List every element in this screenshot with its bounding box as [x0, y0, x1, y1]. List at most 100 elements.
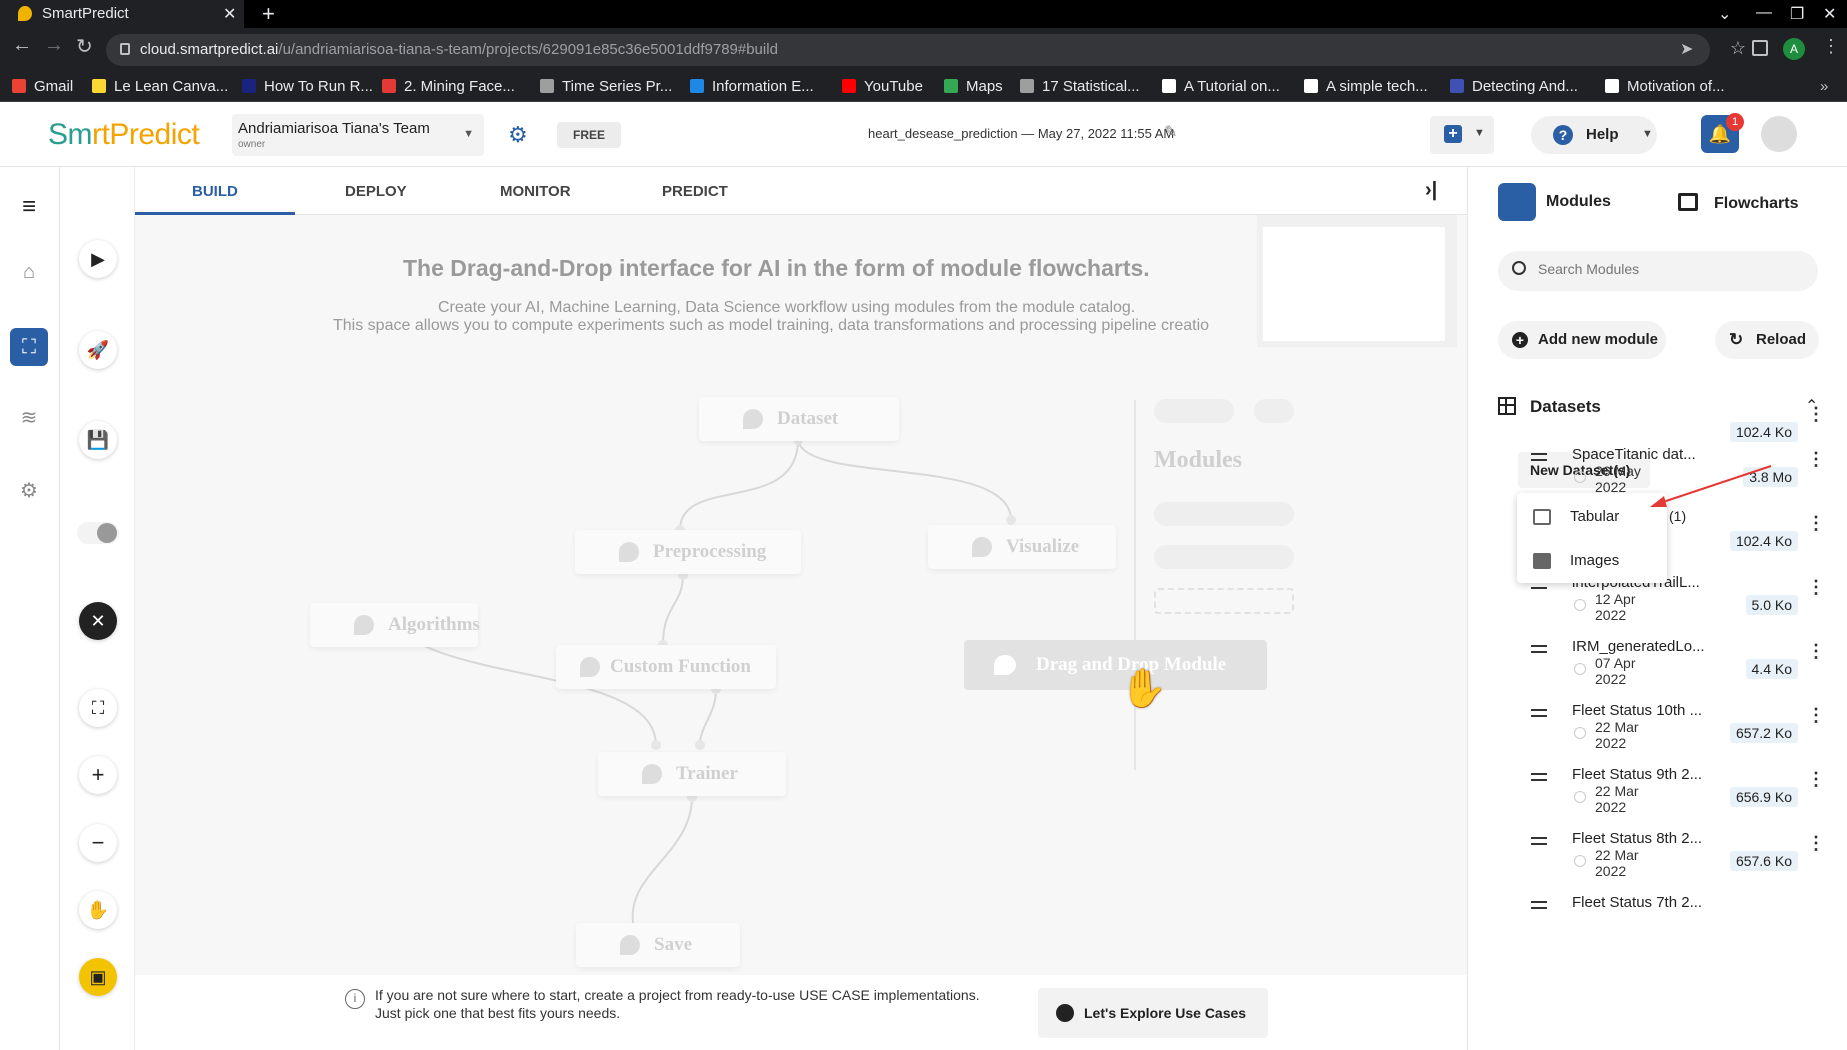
address-bar[interactable]: cloud.smartpredict.ai/u/andriamiarisoa-t…	[106, 34, 1746, 66]
send-icon[interactable]: ➤	[1680, 39, 1693, 59]
flowcharts-tab-label: Flowcharts	[1714, 195, 1799, 212]
dataset-name: IRM_generatedLo...	[1572, 638, 1705, 655]
node-dataset[interactable]: Dataset	[699, 397, 899, 441]
edit-pencil-icon[interactable]: ✎	[1164, 122, 1177, 142]
dataset-list-item[interactable]: IRM_generatedLo... 07 Apr 2022 4.4 Ko ⋮	[1468, 637, 1847, 701]
tab-deploy[interactable]: DEPLOY	[345, 183, 407, 200]
tab-predict[interactable]: PREDICT	[662, 183, 728, 200]
dropdown-item-images[interactable]: Images	[1517, 541, 1667, 581]
tab-monitor[interactable]: MONITOR	[500, 183, 571, 200]
more-vertical-icon[interactable]: ⋮	[1807, 769, 1825, 790]
more-vertical-icon[interactable]: ⋮	[1807, 641, 1825, 662]
drag-handle-icon	[1531, 901, 1547, 909]
node-trainer[interactable]: Trainer	[598, 752, 786, 796]
fullscreen-icon[interactable]: ⛶	[79, 689, 117, 727]
node-preprocessing[interactable]: Preprocessing	[575, 530, 801, 574]
team-selector[interactable]: Andriamiarisoa Tiana's Team owner ▼	[232, 114, 484, 156]
more-vertical-icon[interactable]: ⋮	[1807, 513, 1825, 534]
node-custom-function[interactable]: Custom Function	[556, 645, 776, 689]
more-bookmarks-icon[interactable]: »	[1820, 78, 1828, 95]
restore-icon[interactable]: ❐	[1790, 4, 1804, 24]
left-sidebar: ≡ ⌂ ⛶ ≋ ⚙	[0, 167, 60, 1050]
tab-flowcharts[interactable]: Flowcharts	[1678, 193, 1798, 213]
toggle-switch[interactable]	[77, 522, 119, 544]
home-icon[interactable]: ⌂	[10, 253, 48, 291]
gear-icon[interactable]: ⚙	[508, 122, 528, 148]
more-vertical-icon[interactable]: ⋮	[1807, 833, 1825, 854]
bookmark-star-icon[interactable]: ☆	[1730, 38, 1746, 59]
bookmark-item[interactable]: How To Run R...	[242, 78, 373, 95]
bookmark-item[interactable]: Motivation of...	[1605, 78, 1725, 95]
close-tab-icon[interactable]: ✕	[223, 4, 236, 24]
node-visualize[interactable]: Visualize	[928, 525, 1116, 569]
smartpredict-logo[interactable]: SmrtPredict	[48, 118, 200, 152]
bookmark-item[interactable]: Le Lean Canva...	[92, 78, 228, 95]
settings-icon[interactable]: ⚙	[10, 472, 48, 510]
browser-tab[interactable]: SmartPredict ✕	[0, 0, 244, 28]
clock-icon	[1574, 663, 1586, 675]
dataset-list-item[interactable]: Fleet Status 8th 2... 22 Mar 2022 657.6 Ko…	[1468, 829, 1847, 893]
browser-tab-title: SmartPredict	[42, 5, 129, 22]
zoom-out-icon[interactable]: −	[79, 824, 117, 862]
tab-modules[interactable]: Modules	[1498, 183, 1611, 221]
add-menu-button[interactable]: + ▼	[1430, 116, 1494, 154]
deploy-rocket-icon[interactable]: 🚀	[79, 331, 117, 369]
hamburger-menu-icon[interactable]: ≡	[10, 190, 48, 228]
bookmark-favicon-icon	[12, 79, 26, 93]
bookmark-item[interactable]: A Tutorial on...	[1162, 78, 1280, 95]
search-input[interactable]	[1538, 261, 1798, 277]
ghost-pill	[1254, 399, 1294, 423]
side-panel-icon[interactable]	[1752, 40, 1768, 56]
bookmark-favicon-icon	[242, 79, 256, 93]
clock-icon	[1574, 855, 1586, 867]
layers-icon[interactable]: ≋	[10, 399, 48, 437]
bookmark-item[interactable]: YouTube	[842, 78, 923, 95]
back-icon[interactable]: ←	[12, 34, 32, 57]
user-avatar[interactable]	[1761, 116, 1797, 152]
dataset-list-item[interactable]: Fleet Status 9th 2... 22 Mar 2022 656.9 Ko…	[1468, 765, 1847, 829]
collapse-panel-icon[interactable]: ›|	[1425, 179, 1437, 202]
images-label: Images	[1570, 552, 1620, 569]
more-vertical-icon[interactable]: ⋮	[1807, 577, 1825, 598]
zoom-in-icon[interactable]: +	[79, 756, 117, 794]
run-play-icon[interactable]: ▶	[79, 240, 117, 278]
help-button[interactable]: ? Help ▼	[1531, 116, 1657, 154]
dataset-list-item[interactable]: Fleet Status 10th ... 22 Mar 2022 657.2 Ko…	[1468, 701, 1847, 765]
close-window-icon[interactable]: ✕	[1823, 4, 1836, 24]
pan-hand-icon[interactable]: ✋	[79, 891, 117, 929]
bookmark-item[interactable]: Gmail	[12, 78, 73, 95]
minimap-toggle-icon[interactable]: ▣	[79, 958, 117, 996]
reload-page-icon[interactable]: ↻	[76, 34, 93, 59]
drag-and-drop-module[interactable]: Drag and Drop Module	[964, 640, 1267, 690]
more-vertical-icon[interactable]: ⋮	[1807, 404, 1825, 425]
minimize-icon[interactable]: —	[1756, 4, 1772, 22]
bookmark-item[interactable]: 2. Mining Face...	[382, 78, 515, 95]
bookmark-item[interactable]: 17 Statistical...	[1020, 78, 1140, 95]
tab-search-chevron-icon[interactable]: ⌄	[1718, 4, 1731, 24]
reload-button[interactable]: ↻ Reload	[1715, 321, 1819, 359]
bookmark-item[interactable]: Time Series Pr...	[540, 78, 672, 95]
node-save[interactable]: Save	[576, 923, 740, 967]
bookmark-item[interactable]: Maps	[944, 78, 1003, 95]
forward-icon[interactable]: →	[44, 34, 64, 57]
bookmark-item[interactable]: Detecting And...	[1450, 78, 1578, 95]
add-new-module-button[interactable]: + Add new module	[1498, 321, 1666, 359]
node-algorithms[interactable]: Algorithms	[310, 603, 480, 647]
python-icon	[580, 657, 600, 677]
dataset-list-item[interactable]: Fleet Status 7th 2...	[1468, 893, 1847, 957]
explore-use-cases-button[interactable]: Let's Explore Use Cases	[1038, 988, 1268, 1038]
new-tab-icon[interactable]: +	[262, 1, 275, 27]
browser-menu-icon[interactable]: ⋮	[1822, 36, 1840, 57]
more-vertical-icon[interactable]: ⋮	[1807, 705, 1825, 726]
save-disk-icon[interactable]: 💾	[79, 421, 117, 459]
flowchart-canvas[interactable]: The Drag-and-Drop interface for AI in th…	[135, 215, 1467, 975]
plan-badge[interactable]: FREE	[557, 122, 621, 148]
profile-avatar-icon[interactable]: A	[1783, 38, 1805, 60]
caret-down-icon: ▼	[1642, 128, 1653, 140]
tab-build[interactable]: BUILD	[192, 183, 238, 200]
bookmark-item[interactable]: Information E...	[690, 78, 814, 95]
more-vertical-icon[interactable]: ⋮	[1807, 449, 1825, 470]
bookmark-item[interactable]: A simple tech...	[1304, 78, 1428, 95]
flowchart-builder-icon[interactable]: ⛶	[10, 328, 48, 366]
clear-canvas-icon[interactable]: ✕	[79, 602, 117, 640]
